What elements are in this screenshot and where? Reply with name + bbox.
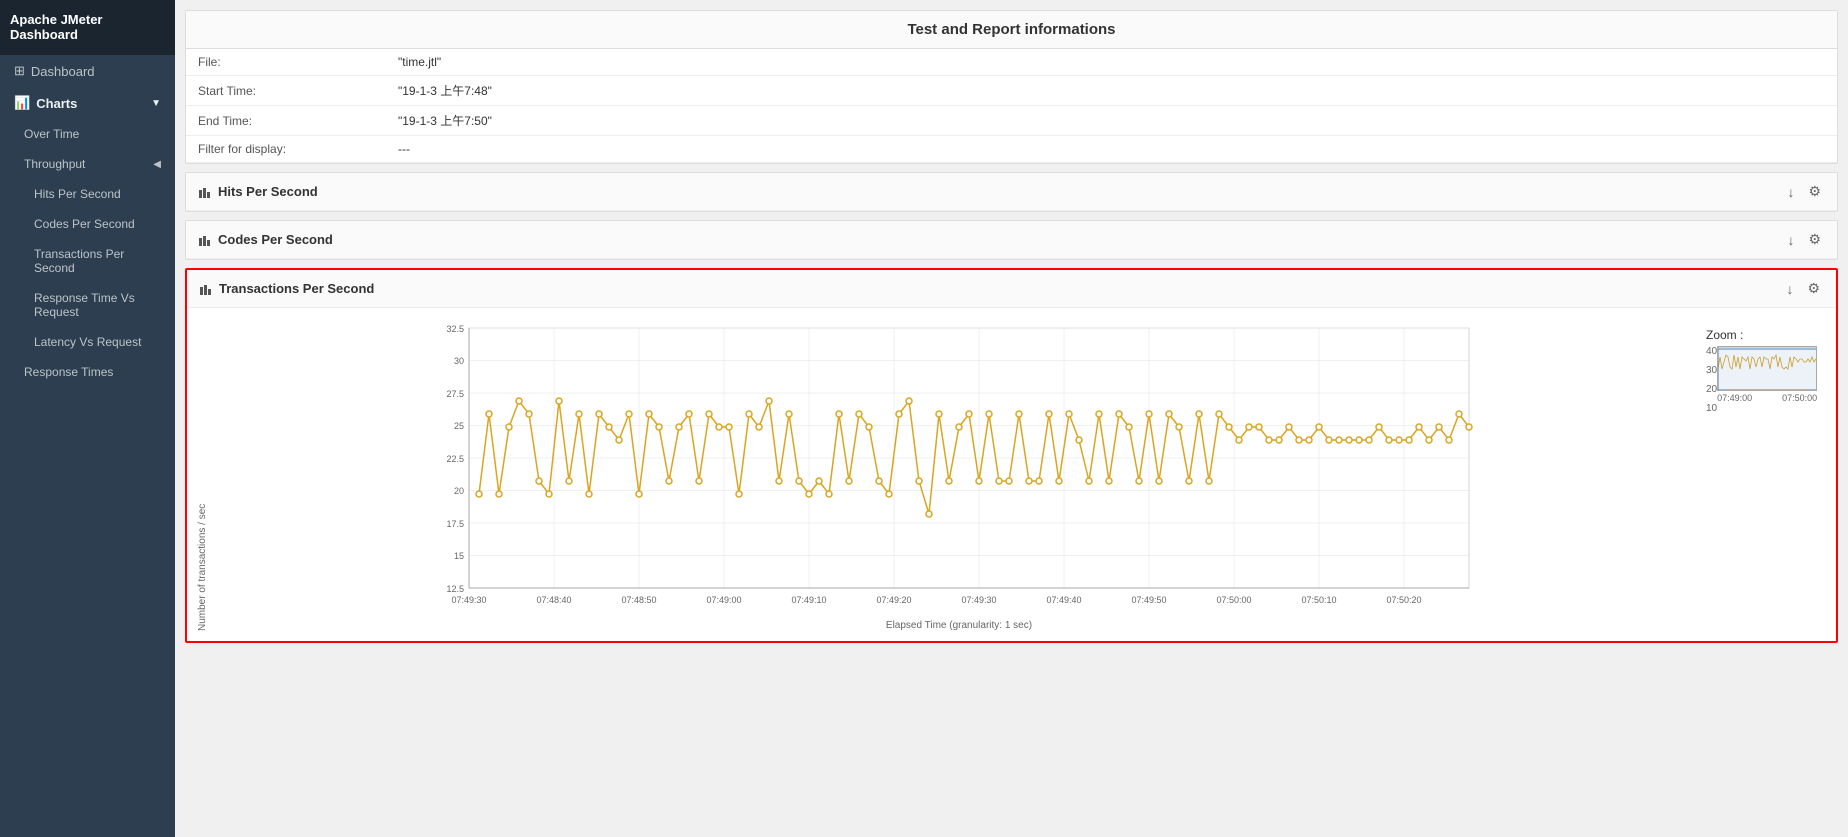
zoom-x-axis: 07:49:00 07:50:00 [1717,393,1817,403]
sidebar-item-transactions-per-second[interactable]: Transactions Per Second [0,239,175,283]
sidebar-charts-label: Charts [36,96,77,111]
svg-text:07:49:30: 07:49:30 [451,595,486,605]
sidebar-dashboard-label: Dashboard [31,64,95,79]
sidebar-item-codes-per-second[interactable]: Codes Per Second [0,209,175,239]
svg-text:07:49:30: 07:49:30 [961,595,996,605]
svg-text:07:49:40: 07:49:40 [1046,595,1081,605]
svg-text:32.5: 32.5 [446,324,464,334]
transactions-chart-svg: 32.5 30 27.5 25 22.5 20 17.5 15 12.5 07:… [222,318,1696,618]
chart-svg-wrapper: 32.5 30 27.5 25 22.5 20 17.5 15 12.5 07:… [222,318,1696,631]
transactions-download-button[interactable]: ↓ [1782,278,1797,299]
codes-download-button[interactable]: ↓ [1783,229,1798,250]
sidebar-throughput-label: Throughput [24,157,85,171]
svg-text:22.5: 22.5 [446,454,464,464]
transactions-actions: ↓ ⚙ [1782,278,1824,299]
codes-per-second-header: Codes Per Second ↓ ⚙ [186,221,1837,259]
start-time-label: Start Time: [186,76,386,106]
svg-text:07:49:00: 07:49:00 [706,595,741,605]
file-value: "time.jtl" [386,49,1837,76]
sidebar-transactions-label: Transactions Per Second [34,247,161,275]
file-label: File: [186,49,386,76]
svg-text:07:48:40: 07:48:40 [536,595,571,605]
svg-text:27.5: 27.5 [446,389,464,399]
app-title: Apache JMeter Dashboard [0,0,175,55]
sidebar: Apache JMeter Dashboard ⊞ Dashboard 📊 Ch… [0,0,175,837]
codes-per-second-panel: Codes Per Second ↓ ⚙ [185,220,1838,260]
table-row-start-time: Start Time: "19-1-3 上午7:48" [186,76,1837,106]
hits-per-second-actions: ↓ ⚙ [1783,181,1825,202]
chevron-down-icon: ▼ [151,98,161,109]
sidebar-item-over-time[interactable]: Over Time [0,119,175,149]
sidebar-item-response-time-vs-request[interactable]: Response Time Vs Request [0,283,175,327]
table-row-end-time: End Time: "19-1-3 上午7:50" [186,106,1837,136]
info-table: File: "time.jtl" Start Time: "19-1-3 上午7… [186,49,1837,163]
transactions-chart-body: Number of transactions / sec [187,308,1836,641]
hits-settings-button[interactable]: ⚙ [1804,181,1825,202]
hits-per-second-title: Hits Per Second [198,184,318,199]
codes-per-second-actions: ↓ ⚙ [1783,229,1825,250]
sidebar-response-times-label: Response Times [24,365,113,379]
hits-download-button[interactable]: ↓ [1783,181,1798,202]
svg-text:07:50:10: 07:50:10 [1301,595,1336,605]
filter-value: --- [386,136,1837,163]
filter-label: Filter for display: [186,136,386,163]
sidebar-section-main: ⊞ Dashboard 📊 Charts ▼ Over Time Through… [0,55,175,387]
bar-chart-icon [198,186,212,198]
info-panel-title: Test and Report informations [186,11,1837,49]
codes-per-second-title: Codes Per Second [198,232,333,247]
zoom-minimap-svg [1718,347,1817,391]
zoom-y-axis: 40 30 20 10 [1706,346,1717,414]
table-row-filter: Filter for display: --- [186,136,1837,163]
transactions-title: Transactions Per Second [199,281,374,296]
sidebar-item-dashboard[interactable]: ⊞ Dashboard [0,55,175,87]
svg-text:12.5: 12.5 [446,584,464,594]
table-row-file: File: "time.jtl" [186,49,1837,76]
zoom-minimap [1717,346,1817,391]
svg-text:07:49:20: 07:49:20 [876,595,911,605]
y-axis-label: Number of transactions / sec [197,318,208,631]
svg-text:25: 25 [454,421,464,431]
charts-icon: 📊 [14,95,30,111]
codes-settings-button[interactable]: ⚙ [1804,229,1825,250]
x-axis-label: Elapsed Time (granularity: 1 sec) [222,620,1696,631]
svg-text:20: 20 [454,486,464,496]
chevron-left-icon: ◀ [153,159,161,170]
hits-per-second-panel: Hits Per Second ↓ ⚙ [185,172,1838,212]
dashboard-icon: ⊞ [14,63,25,79]
sidebar-item-hits-per-second[interactable]: Hits Per Second [0,179,175,209]
svg-text:07:49:50: 07:49:50 [1131,595,1166,605]
svg-text:07:50:00: 07:50:00 [1216,595,1251,605]
sidebar-item-response-times[interactable]: Response Times [0,357,175,387]
sidebar-over-time-label: Over Time [24,127,79,141]
info-panel: Test and Report informations File: "time… [185,10,1838,164]
transactions-settings-button[interactable]: ⚙ [1803,278,1824,299]
hits-per-second-header: Hits Per Second ↓ ⚙ [186,173,1837,211]
svg-text:15: 15 [454,551,464,561]
svg-text:07:50:20: 07:50:20 [1386,595,1421,605]
sidebar-response-time-label: Response Time Vs Request [34,291,161,319]
svg-text:17.5: 17.5 [446,519,464,529]
sidebar-hits-label: Hits Per Second [34,187,121,201]
zoom-panel: Zoom : 40 30 20 10 [1706,318,1826,631]
main-content: Test and Report informations File: "time… [175,0,1848,837]
transactions-per-second-panel: Transactions Per Second ↓ ⚙ Number of tr… [185,268,1838,643]
sidebar-item-charts[interactable]: 📊 Charts ▼ [0,87,175,119]
bar-chart-icon3 [199,283,213,295]
sidebar-item-throughput[interactable]: Throughput ◀ [0,149,175,179]
svg-text:07:48:50: 07:48:50 [621,595,656,605]
svg-text:30: 30 [454,356,464,366]
sidebar-codes-label: Codes Per Second [34,217,135,231]
bar-chart-icon2 [198,234,212,246]
zoom-label: Zoom : [1706,328,1743,342]
sidebar-latency-label: Latency Vs Request [34,335,141,349]
sidebar-item-latency-vs-request[interactable]: Latency Vs Request [0,327,175,357]
start-time-value: "19-1-3 上午7:48" [386,76,1837,106]
end-time-label: End Time: [186,106,386,136]
svg-text:07:49:10: 07:49:10 [791,595,826,605]
transactions-header: Transactions Per Second ↓ ⚙ [187,270,1836,308]
end-time-value: "19-1-3 上午7:50" [386,106,1837,136]
